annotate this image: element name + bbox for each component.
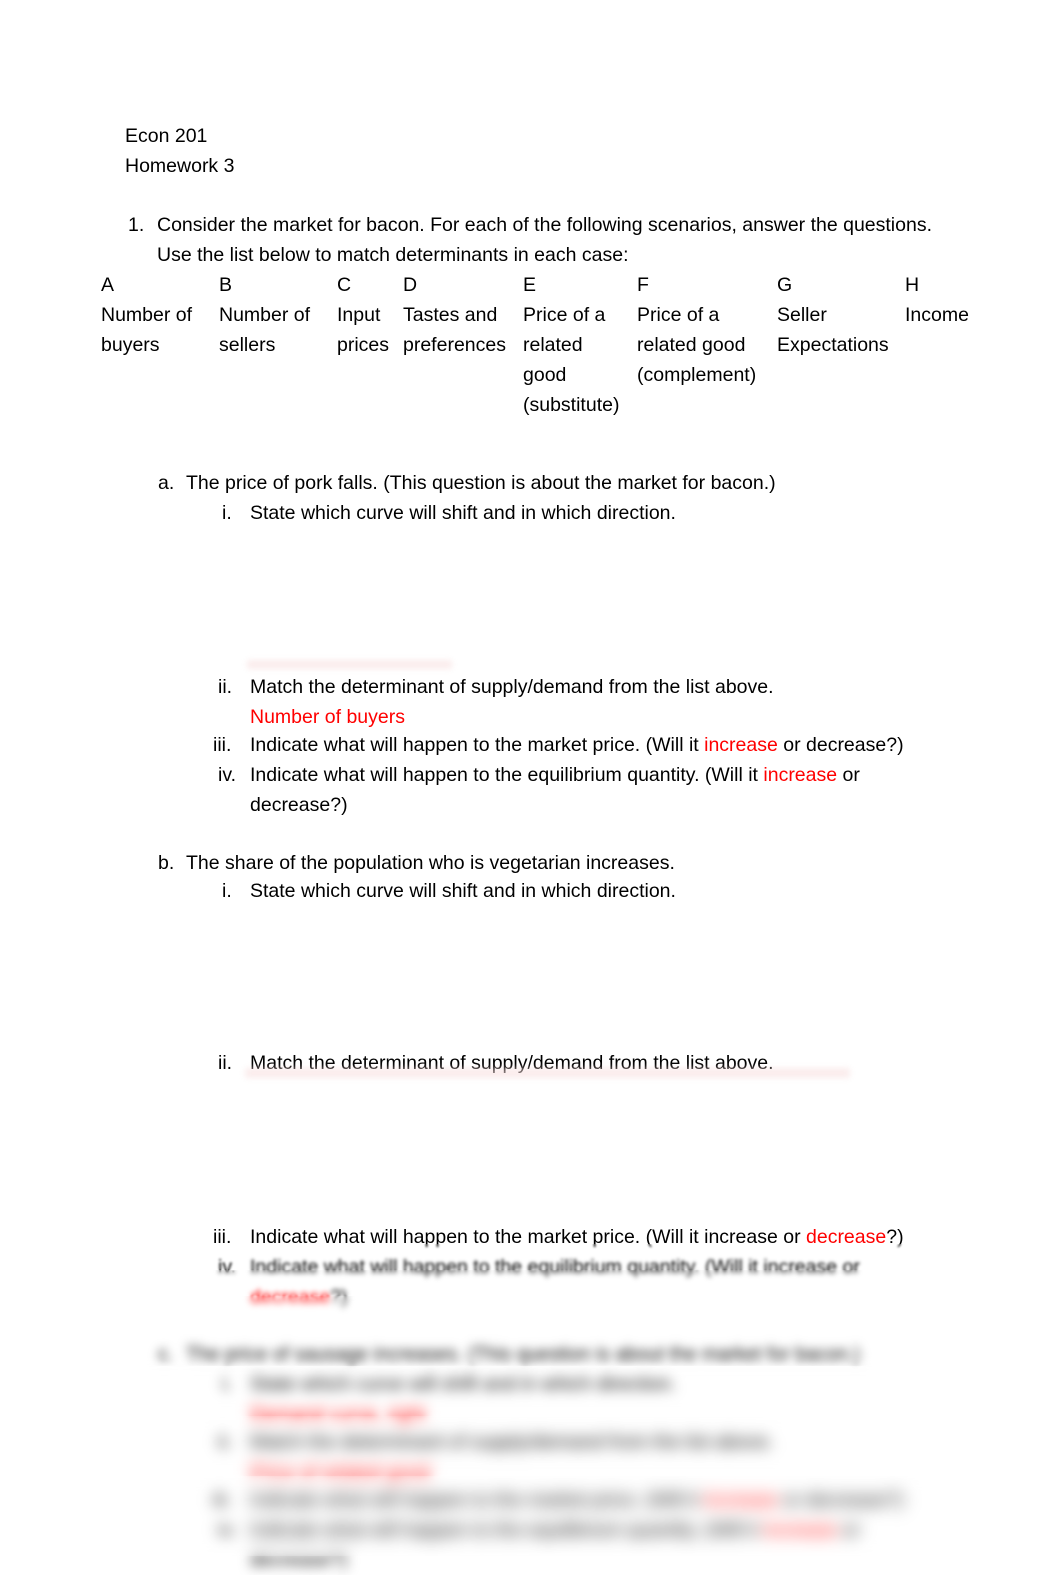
determinant-name: Income (905, 304, 969, 326)
determinant-letter: D (403, 274, 418, 296)
text-before: Indicate what will happen to the market … (250, 1226, 806, 1248)
text-before: Indicate what will happen to the market … (250, 734, 705, 756)
part-c-item-ii-marker: ii. (218, 1431, 233, 1453)
text-before: Indicate what will happen to the market … (250, 1489, 705, 1511)
part-b-item-ii-marker: ii. (218, 1052, 233, 1074)
part-a-item-iv-text: Indicate what will happen to the equilib… (250, 760, 930, 820)
part-b-prompt: The share of the population who is veget… (186, 852, 675, 874)
text-after: ?) (330, 1286, 348, 1308)
part-a-item-iii-text: Indicate what will happen to the market … (250, 730, 904, 760)
part-b-item-iii-text: Indicate what will happen to the market … (250, 1222, 904, 1252)
document-page: Econ 201 Homework 3 1. Consider the mark… (0, 0, 1062, 1571)
part-c-prompt: The price of sausage increases. (This qu… (186, 1343, 861, 1365)
part-a-item-i-marker: i. (222, 502, 232, 524)
highlight-residue-upper (247, 660, 452, 669)
part-c-item-i-text: State which curve will shift and in whic… (250, 1373, 676, 1395)
determinant-column-f: F Price of a related good (complement) (637, 270, 775, 390)
determinant-name: Tastes and preferences (403, 304, 506, 356)
part-a-item-ii-answer: Number of buyers (250, 706, 405, 728)
question-1-line-1: Consider the market for bacon. For each … (157, 214, 932, 236)
determinant-letter: G (777, 274, 793, 296)
part-a-item-iii-answer: increase (704, 734, 778, 756)
part-a-marker: a. (158, 472, 175, 494)
determinant-column-h: H Income (905, 270, 969, 330)
determinant-name: Number of buyers (101, 304, 193, 356)
part-c-item-iii-marker: iii. (213, 1489, 232, 1511)
determinant-name: Price of a related good (substitute) (523, 304, 620, 416)
determinant-letter: A (101, 274, 115, 296)
text-after: or decrease?) (777, 734, 904, 756)
assignment-title: Homework 3 (125, 155, 235, 177)
determinant-name: Input prices (337, 304, 390, 356)
text-after: ?) (886, 1226, 904, 1248)
part-c-item-ii-answer: Price of related good (250, 1461, 430, 1483)
text-before: Indicate what will happen to the equilib… (250, 1256, 860, 1278)
part-b-item-i-text: State which curve will shift and in whic… (250, 880, 676, 902)
question-1-line-2: Use the list below to match determinants… (157, 244, 629, 266)
determinant-name: Seller Expectations (777, 304, 889, 356)
determinant-column-c: C Input prices (337, 270, 395, 360)
determinant-column-d: D Tastes and preferences (403, 270, 515, 360)
part-b-marker: b. (158, 852, 175, 874)
determinant-column-e: E Price of a related good (substitute) (523, 270, 627, 420)
part-b-item-ii-text: Match the determinant of supply/demand f… (250, 1052, 774, 1074)
part-c-item-i-answer: Demand curve, right (250, 1403, 426, 1425)
part-b-item-iv-answer: decrease (250, 1286, 331, 1308)
part-a-item-iv-answer: increase (763, 764, 838, 786)
text-before: Indicate what will happen to the equilib… (250, 764, 764, 786)
determinant-letter: E (523, 274, 537, 296)
part-c-item-iv-answer: increase (763, 1519, 838, 1541)
part-c-item-iii-answer: increase (704, 1489, 778, 1511)
determinant-letter: B (219, 274, 233, 296)
part-c-marker: c. (158, 1343, 174, 1365)
part-a-item-iv-marker: iv. (218, 764, 237, 786)
part-b-item-iii-marker: iii. (213, 1226, 232, 1248)
determinant-column-b: B Number of sellers (219, 270, 329, 360)
part-c-item-i-marker: i. (222, 1373, 232, 1395)
determinant-letter: F (637, 274, 649, 296)
determinant-name: Price of a related good (complement) (637, 304, 757, 386)
part-a-item-ii-text: Match the determinant of supply/demand f… (250, 676, 774, 698)
part-b-item-iv-text: Indicate what will happen to the equilib… (250, 1252, 930, 1312)
determinant-name: Number of sellers (219, 304, 311, 356)
part-a-item-i-text: State which curve will shift and in whic… (250, 502, 676, 524)
part-a-item-iii-marker: iii. (213, 734, 232, 756)
determinant-column-g: G Seller Expectations (777, 270, 899, 360)
determinant-column-a: A Number of buyers (101, 270, 211, 360)
question-1-marker: 1. (128, 214, 145, 236)
text-before: Indicate what will happen to the equilib… (250, 1519, 764, 1541)
part-c-item-iv-text: Indicate what will happen to the equilib… (250, 1515, 930, 1575)
determinant-letter: C (337, 274, 352, 296)
part-b-item-iii-answer: decrease (806, 1226, 887, 1248)
part-a-prompt: The price of pork falls. (This question … (186, 472, 776, 494)
part-b-item-i-marker: i. (222, 880, 232, 902)
part-a-item-ii-marker: ii. (218, 676, 233, 698)
part-c-item-ii-text: Match the determinant of supply/demand f… (250, 1431, 774, 1453)
course-title: Econ 201 (125, 125, 208, 147)
part-b-item-iv-marker: iv. (218, 1256, 237, 1278)
determinant-letter: H (905, 274, 920, 296)
part-c-item-iv-marker: iv. (218, 1519, 237, 1541)
part-c-item-iii-text: Indicate what will happen to the market … (250, 1485, 904, 1515)
text-after: or decrease?) (777, 1489, 904, 1511)
